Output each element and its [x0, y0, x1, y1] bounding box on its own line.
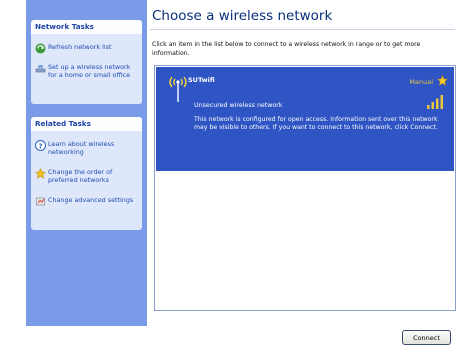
network-tasks-panel: Network Tasks Refresh network list Set u…	[31, 20, 142, 104]
connection-type: Manual	[409, 78, 433, 86]
star-icon	[35, 168, 46, 179]
advanced-settings-link[interactable]: Change advanced settings	[35, 196, 139, 216]
network-security: Unsecured wireless network	[194, 102, 283, 109]
network-item-sutwifi[interactable]: SUTwifi Manual Unsecured wireless networ…	[156, 67, 454, 171]
refresh-icon	[35, 43, 46, 54]
page-title: Choose a wireless network	[152, 8, 333, 24]
change-order-link[interactable]: Change the order of preferred networks	[35, 168, 139, 188]
wireless-antenna-icon	[169, 76, 187, 102]
network-list[interactable]: SUTwifi Manual Unsecured wireless networ…	[154, 65, 456, 311]
setup-wireless-network-label: Set up a wireless network for a home or …	[48, 63, 131, 79]
setup-wireless-network-link[interactable]: Set up a wireless network for a home or …	[35, 63, 139, 83]
network-ssid: SUTwifi	[188, 76, 215, 84]
network-tasks-header[interactable]: Network Tasks	[31, 20, 142, 34]
refresh-network-list-label: Refresh network list	[48, 43, 112, 51]
settings-icon	[36, 197, 45, 206]
instruction-text: Click an item in the list below to conne…	[152, 41, 421, 57]
learn-wireless-label: Learn about wireless networking	[48, 140, 115, 156]
signal-strength-icon	[427, 95, 443, 109]
learn-wireless-link[interactable]: ? Learn about wireless networking	[35, 140, 139, 160]
refresh-network-list-link[interactable]: Refresh network list	[35, 43, 139, 55]
network-description: This network is configured for open acce…	[194, 116, 438, 132]
change-order-label: Change the order of preferred networks	[48, 168, 113, 184]
svg-text:?: ?	[38, 142, 42, 150]
advanced-settings-label: Change advanced settings	[48, 196, 134, 204]
related-tasks-header[interactable]: Related Tasks	[31, 117, 142, 131]
title-divider	[150, 29, 455, 30]
related-tasks-panel: Related Tasks ? Learn about wireless net…	[31, 117, 142, 230]
help-icon: ?	[35, 140, 46, 151]
wireless-setup-icon	[35, 65, 46, 73]
task-pane: Network Tasks Refresh network list Set u…	[26, 0, 147, 326]
preferred-star-icon	[437, 75, 448, 86]
connect-button[interactable]: Connect	[402, 330, 451, 345]
